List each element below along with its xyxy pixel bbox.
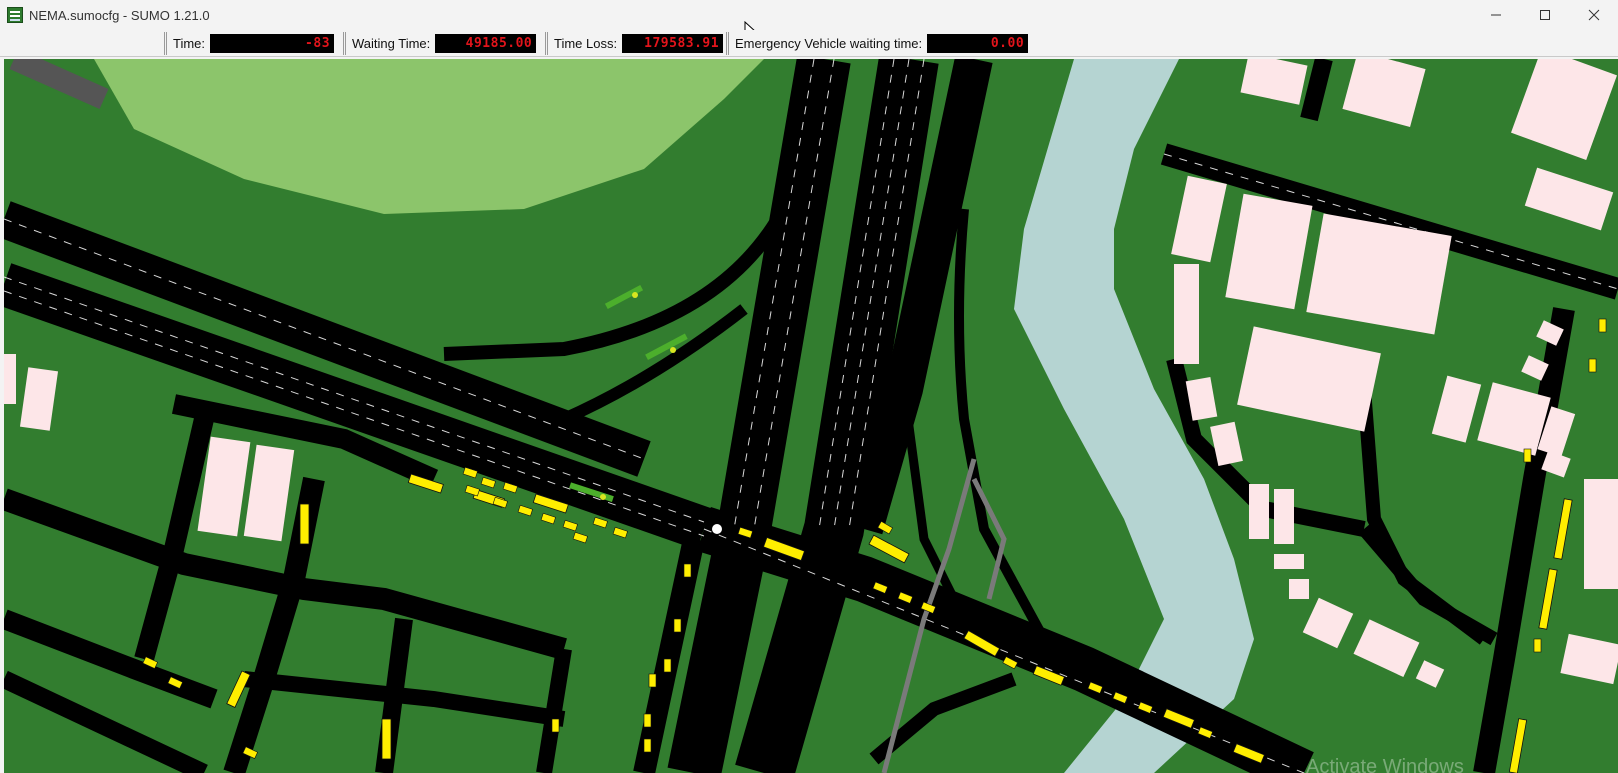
vehicle-bus	[381, 718, 392, 760]
window-controls	[1471, 0, 1618, 30]
vehicle-bus	[1508, 718, 1528, 773]
vehicle-car	[1533, 638, 1542, 653]
vehicle-car	[673, 618, 682, 633]
building	[1225, 193, 1313, 310]
vehicle-car	[683, 563, 692, 578]
poi-marker	[712, 524, 722, 534]
time-loss-display: 179583.91	[622, 34, 724, 53]
vehicle-car	[572, 531, 588, 544]
street-9	[1473, 307, 1575, 773]
vehicle-car	[1588, 358, 1597, 373]
statistics-toolbar: Time: -83 Waiting Time: 49185.00 Time Lo…	[0, 30, 1618, 57]
building	[19, 367, 59, 431]
street-1	[134, 416, 214, 662]
title-bar: NEMA.sumocfg - SUMO 1.21.0	[0, 0, 1618, 30]
building	[1353, 619, 1420, 678]
waiting-time-group: Waiting Time: 49185.00	[343, 32, 537, 55]
building	[1524, 167, 1614, 231]
building	[1237, 326, 1381, 432]
emergency-waiting-label: Emergency Vehicle waiting time:	[735, 36, 923, 51]
vehicle-car	[648, 673, 657, 688]
activation-watermark: Activate Windows	[1306, 756, 1464, 773]
simulation-map-view[interactable]	[4, 59, 1618, 773]
vehicle-car	[1523, 448, 1532, 463]
building	[1302, 597, 1354, 649]
building	[1274, 554, 1304, 569]
junction-marker	[600, 494, 606, 500]
network-canvas[interactable]	[4, 59, 1618, 773]
building	[1249, 484, 1269, 539]
building	[243, 444, 295, 542]
vehicle-car	[551, 718, 560, 733]
waiting-time-label: Waiting Time:	[352, 36, 431, 51]
vehicle-car	[480, 476, 496, 489]
maximize-button[interactable]	[1520, 0, 1569, 30]
window-title: NEMA.sumocfg - SUMO 1.21.0	[29, 7, 210, 23]
time-group: Time: -83	[164, 32, 335, 55]
vehicle-car	[643, 713, 652, 728]
building	[1431, 375, 1482, 443]
park-area	[94, 59, 764, 214]
building	[1171, 175, 1227, 263]
detector	[604, 284, 644, 310]
building	[1584, 479, 1618, 589]
building	[4, 354, 16, 404]
vehicle-car	[517, 504, 533, 517]
close-icon	[1588, 9, 1599, 21]
building	[1289, 579, 1309, 599]
building	[1511, 59, 1617, 160]
vehicle-car	[612, 526, 628, 539]
vehicle-car	[492, 496, 508, 509]
time-display: -83	[210, 34, 335, 53]
vehicle-bus	[1553, 498, 1573, 560]
minimize-icon	[1490, 14, 1501, 16]
building	[1342, 59, 1426, 128]
emergency-waiting-group: Emergency Vehicle waiting time: 0.00	[726, 32, 1029, 55]
minimize-button[interactable]	[1471, 0, 1520, 30]
street-11	[1358, 524, 1498, 646]
vehicle-car	[663, 658, 672, 673]
emergency-waiting-display: 0.00	[927, 34, 1029, 53]
vehicle-car	[540, 512, 556, 525]
vehicle-car	[562, 519, 578, 532]
building	[1415, 660, 1445, 688]
close-button[interactable]	[1569, 0, 1618, 30]
ramp-a	[443, 205, 791, 361]
waiting-time-display: 49185.00	[435, 34, 537, 53]
building	[1274, 489, 1294, 544]
street-12	[869, 672, 1017, 765]
vehicle-bus	[1538, 568, 1558, 630]
sumo-app-icon	[7, 7, 23, 23]
street-10	[1300, 59, 1333, 122]
time-loss-label: Time Loss:	[554, 36, 618, 51]
vehicle-car	[1598, 318, 1607, 333]
building	[1174, 264, 1199, 364]
vehicle-car	[464, 484, 480, 497]
vehicle-car	[643, 738, 652, 753]
vehicle-car	[592, 516, 608, 529]
junction-marker	[670, 347, 676, 353]
junction-marker	[632, 292, 638, 298]
street-13	[9, 59, 109, 110]
maximize-icon	[1539, 10, 1550, 20]
building	[1560, 633, 1618, 685]
time-label: Time:	[173, 36, 206, 51]
time-loss-group: Time Loss: 179583.91	[545, 32, 724, 55]
building	[1240, 59, 1308, 105]
vehicle-bus	[299, 503, 310, 545]
